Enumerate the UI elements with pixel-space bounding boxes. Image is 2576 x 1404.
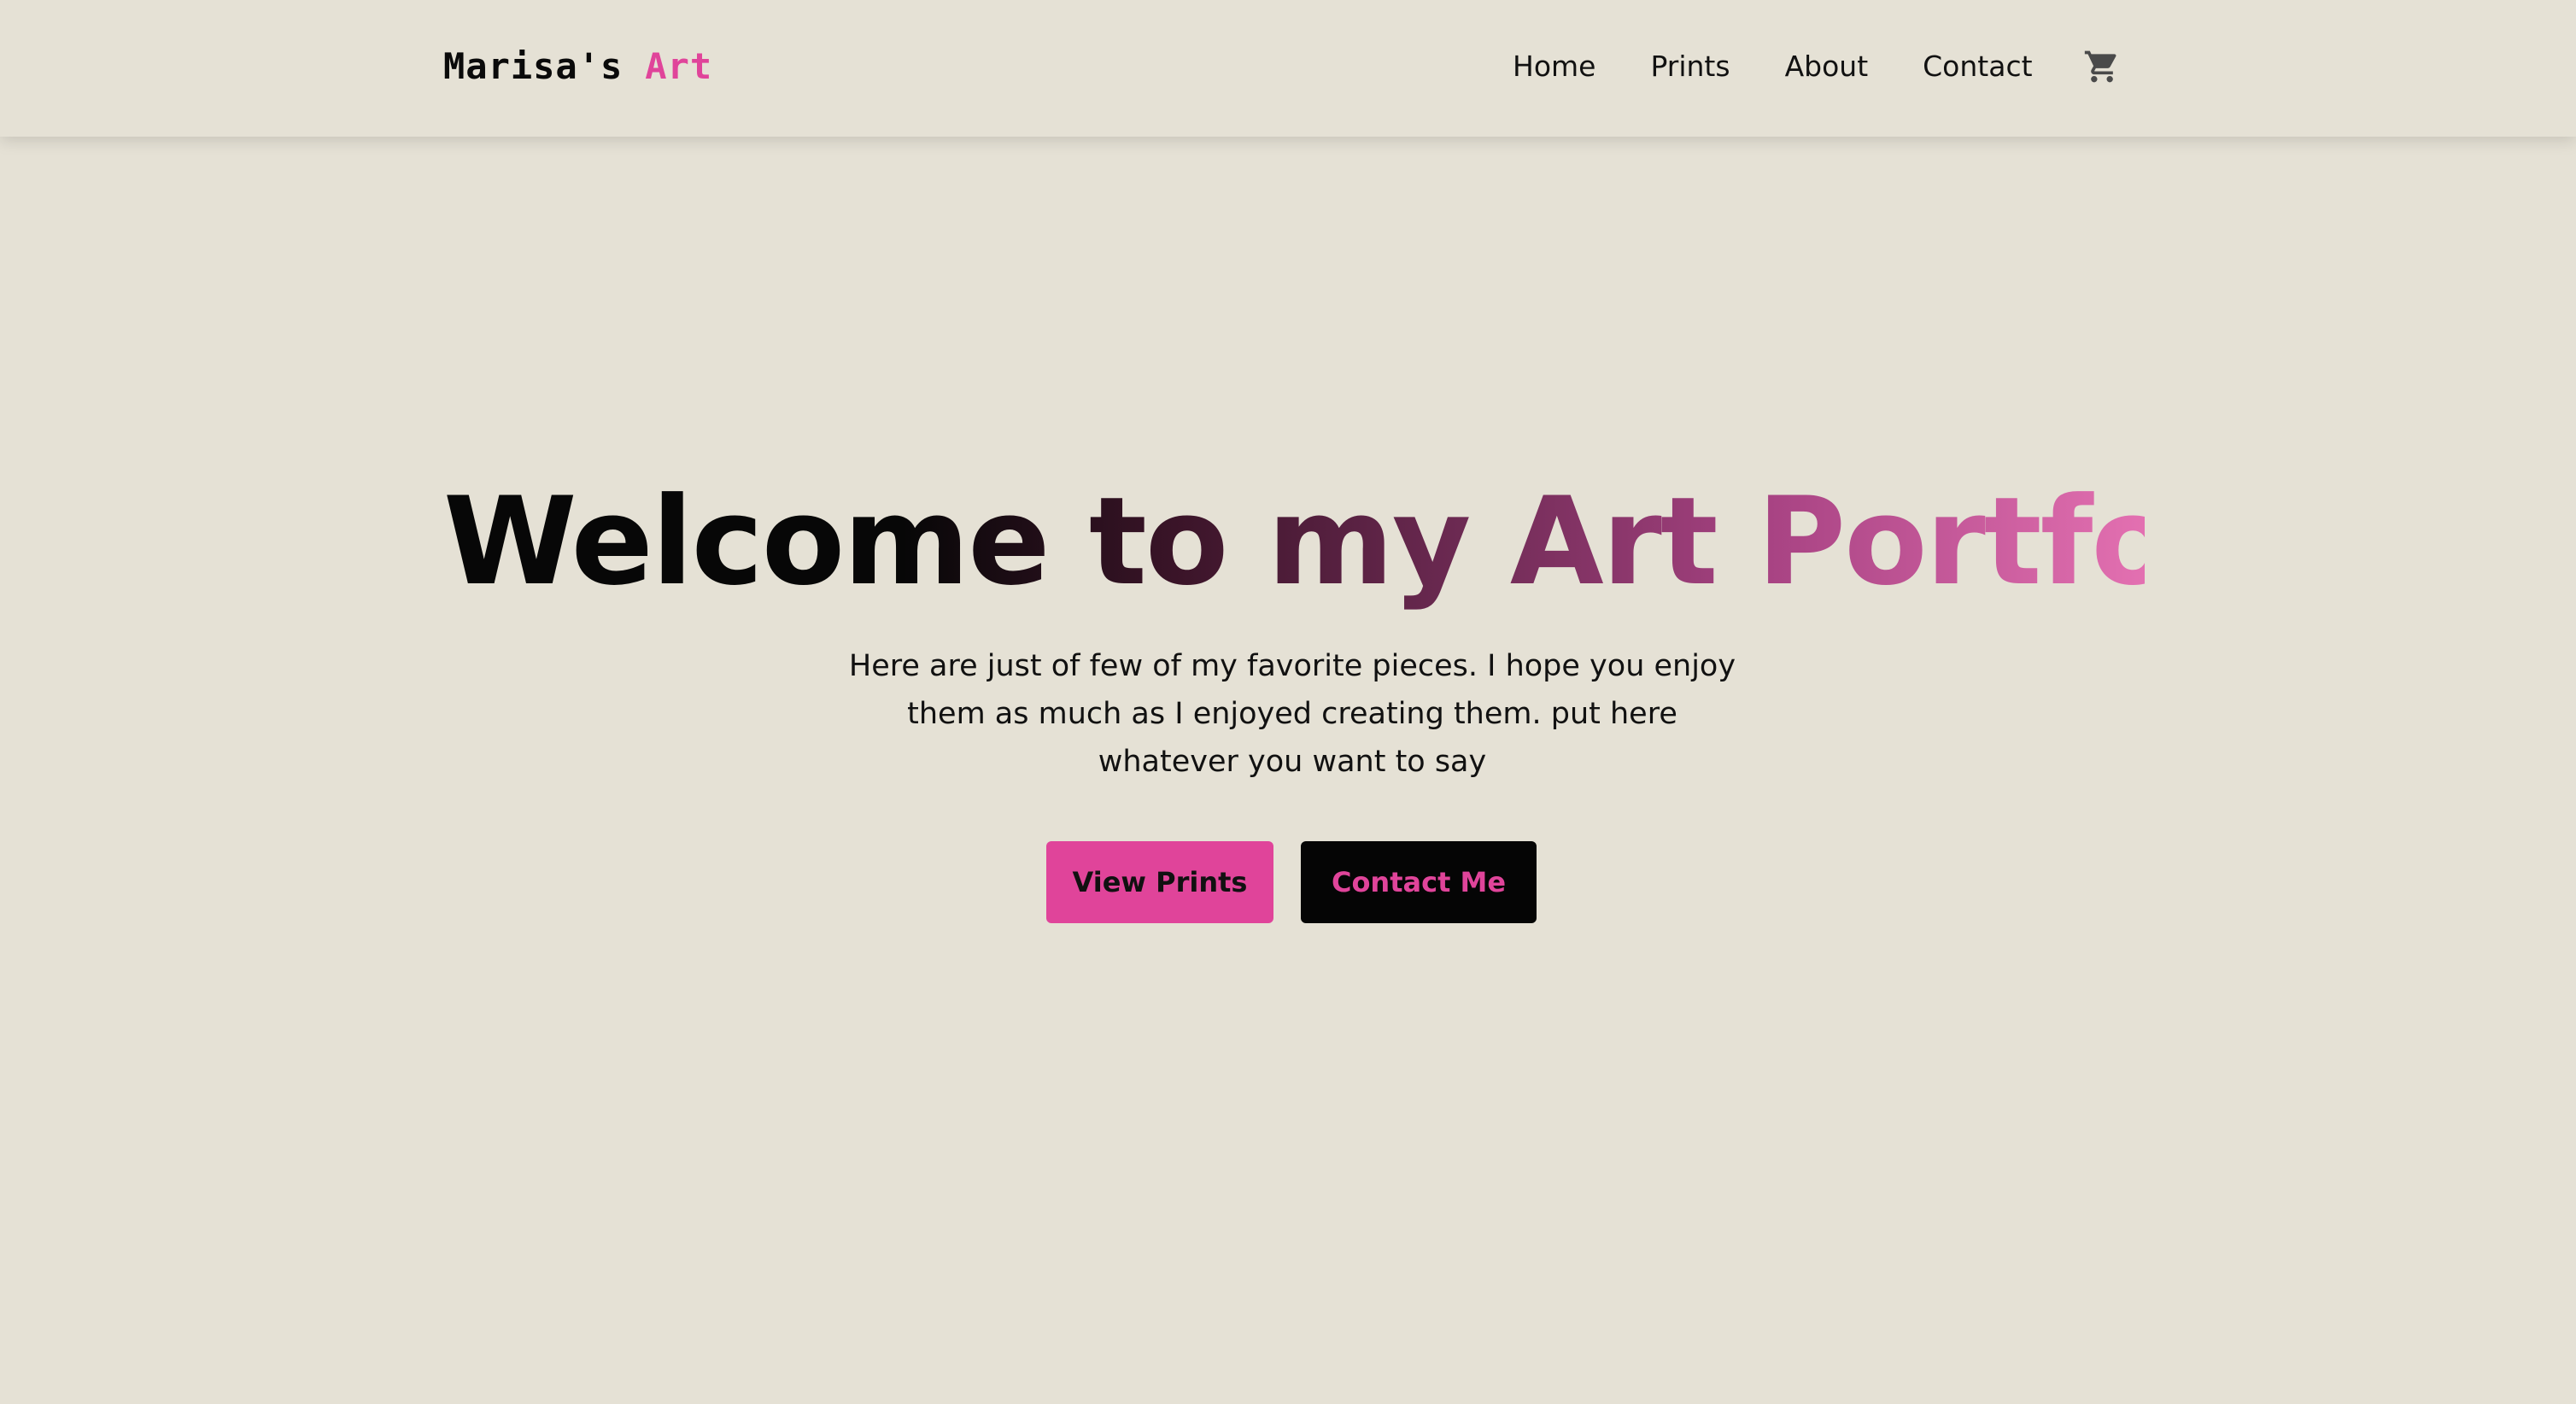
hero-title: Welcome to my Art Portfolio! [443, 470, 2390, 615]
brand-name-first: Marisa's [443, 45, 624, 87]
hero-subtitle: Here are just of few of my favorite piec… [848, 649, 1736, 779]
nav-link-about[interactable]: About [1785, 43, 1869, 91]
shopping-cart-icon[interactable] [2083, 48, 2121, 85]
hero-title-container: Welcome to my Art Portfolio! [443, 470, 2390, 615]
nav-link-prints[interactable]: Prints [1650, 43, 1730, 91]
main-nav: Home Prints About Contact [1513, 43, 2033, 91]
contact-me-button[interactable]: Contact Me [1301, 841, 1537, 923]
nav-link-contact[interactable]: Contact [1923, 43, 2032, 91]
nav-link-home[interactable]: Home [1513, 43, 1595, 91]
site-header: Marisa's Art Home Prints About Contact [0, 0, 2576, 137]
brand-logo[interactable]: Marisa's Art [443, 41, 712, 92]
brand-name-second: Art [645, 45, 713, 87]
shopping-cart-icon-svg [2084, 50, 2116, 83]
view-prints-button[interactable]: View Prints [1046, 841, 1273, 923]
